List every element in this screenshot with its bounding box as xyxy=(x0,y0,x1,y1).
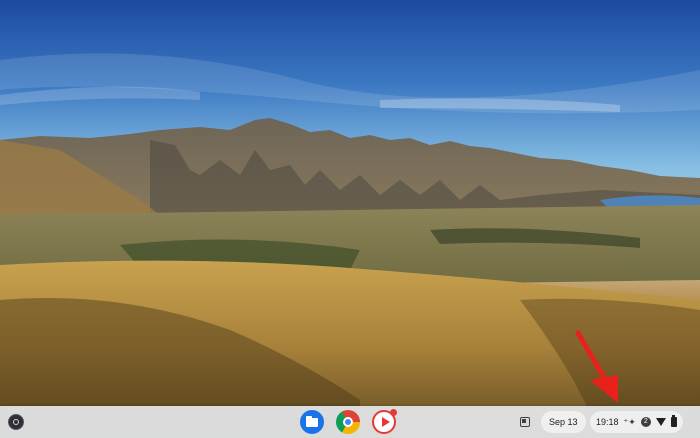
desktop xyxy=(0,0,700,438)
chrome-app-icon[interactable] xyxy=(336,410,360,434)
wifi-icon xyxy=(655,418,666,426)
date-tray-button[interactable]: Sep 13 xyxy=(541,411,586,433)
shelf: Sep 13 19:18 ⁺✦ 2 xyxy=(0,406,700,438)
holding-space-icon xyxy=(520,417,530,427)
notification-dot xyxy=(390,409,397,416)
notification-count-badge: 2 xyxy=(640,417,651,427)
clock-time: 19:18 xyxy=(596,417,619,427)
holding-space-button[interactable] xyxy=(515,411,535,433)
red-arrow-annotation xyxy=(575,330,618,403)
files-app-icon[interactable] xyxy=(300,410,324,434)
status-area-button[interactable]: 19:18 ⁺✦ 2 xyxy=(590,411,683,433)
launcher-icon[interactable] xyxy=(8,414,24,430)
battery-icon xyxy=(670,415,677,427)
pinned-apps xyxy=(300,409,397,434)
sparkle-icon: ⁺✦ xyxy=(623,416,636,427)
date-label: Sep 13 xyxy=(549,417,578,427)
youtube-music-app-icon[interactable] xyxy=(372,409,397,434)
